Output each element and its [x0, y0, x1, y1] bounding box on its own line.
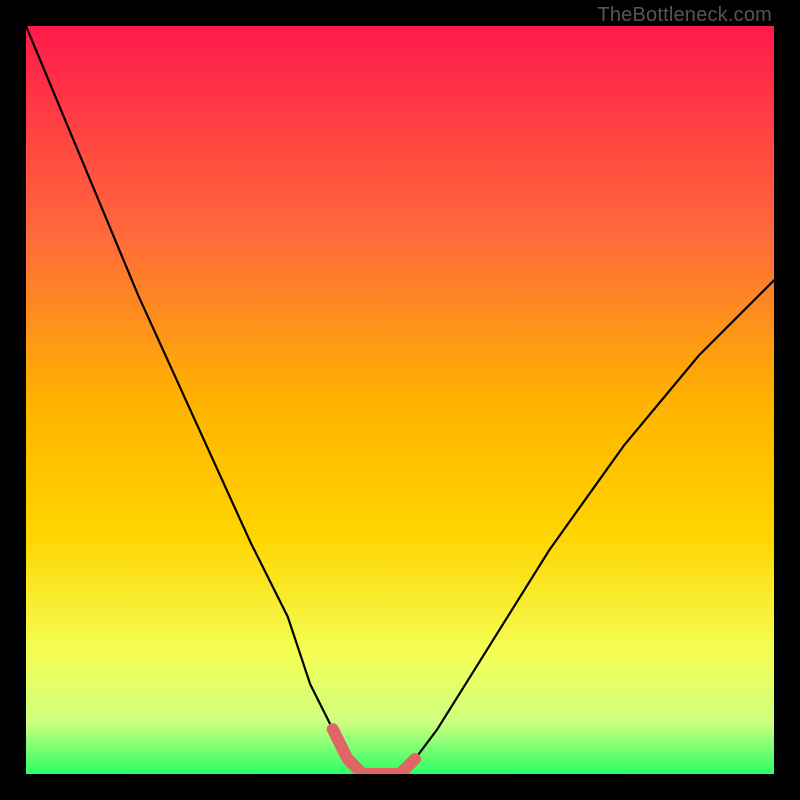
bottleneck-chart [26, 26, 774, 774]
watermark-text: TheBottleneck.com [597, 4, 772, 27]
plot-area [26, 26, 774, 774]
chart-frame: TheBottleneck.com [0, 0, 800, 800]
